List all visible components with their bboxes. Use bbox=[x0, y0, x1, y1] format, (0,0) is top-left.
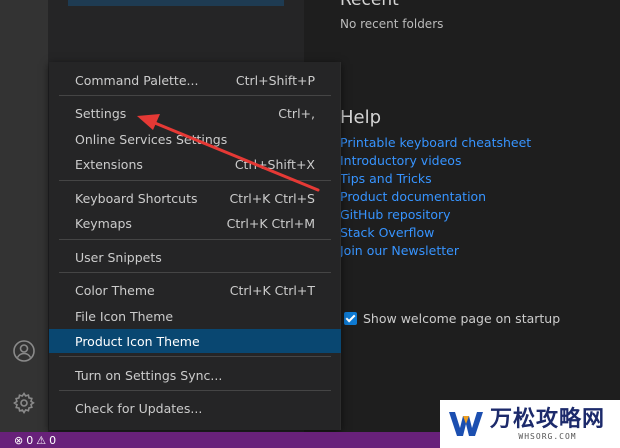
recent-title: Recent bbox=[340, 0, 399, 10]
menu-item-label: Turn on Settings Sync... bbox=[75, 367, 223, 383]
sidebar-selection[interactable] bbox=[68, 0, 284, 6]
watermark-logo-icon bbox=[449, 412, 483, 436]
help-link-newsletter[interactable]: Join our Newsletter bbox=[340, 242, 531, 260]
help-title: Help bbox=[340, 107, 382, 128]
help-links: Printable keyboard cheatsheet Introducto… bbox=[340, 134, 531, 260]
help-link-github[interactable]: GitHub repository bbox=[340, 206, 531, 224]
error-count[interactable]: 0 bbox=[26, 434, 33, 447]
menu-item-label: Extensions bbox=[75, 156, 143, 172]
menu-item-keymaps[interactable]: Keymaps Ctrl+K Ctrl+M bbox=[49, 211, 341, 235]
menu-item-label: File Icon Theme bbox=[75, 308, 174, 324]
menu-item-shortcut: Ctrl+, bbox=[278, 105, 315, 121]
menu-item-settings[interactable]: Settings Ctrl+, bbox=[49, 101, 341, 125]
startup-label: Show welcome page on startup bbox=[363, 311, 561, 326]
menu-item-shortcut: Ctrl+Shift+X bbox=[234, 156, 315, 172]
menu-item-settings-sync[interactable]: Turn on Settings Sync... bbox=[49, 363, 341, 387]
account-icon[interactable] bbox=[12, 339, 36, 363]
menu-item-shortcut: Ctrl+K Ctrl+S bbox=[229, 190, 315, 206]
menu-item-shortcut: Ctrl+K Ctrl+M bbox=[226, 215, 315, 231]
startup-option[interactable]: Show welcome page on startup bbox=[344, 311, 560, 326]
gear-icon[interactable] bbox=[12, 391, 36, 415]
menu-item-file-icon-theme[interactable]: File Icon Theme bbox=[49, 304, 341, 328]
watermark-title: 万松攻略网 bbox=[490, 406, 606, 432]
menu-item-extensions[interactable]: Extensions Ctrl+Shift+X bbox=[49, 152, 341, 176]
help-link-cheatsheet[interactable]: Printable keyboard cheatsheet bbox=[340, 134, 531, 152]
menu-item-keyboard-shortcuts[interactable]: Keyboard Shortcuts Ctrl+K Ctrl+S bbox=[49, 186, 341, 210]
menu-item-check-updates[interactable]: Check for Updates... bbox=[49, 396, 341, 420]
menu-item-label: Online Services Settings bbox=[75, 131, 228, 147]
menu-item-label: Check for Updates... bbox=[75, 400, 203, 416]
menu-separator bbox=[59, 239, 331, 240]
menu-separator bbox=[59, 95, 331, 96]
activity-bar bbox=[0, 0, 48, 432]
error-icon[interactable]: ⊗ bbox=[14, 434, 23, 447]
menu-item-user-snippets[interactable]: User Snippets bbox=[49, 245, 341, 269]
menu-item-label: Product Icon Theme bbox=[75, 333, 200, 349]
warning-count[interactable]: 0 bbox=[49, 434, 56, 447]
watermark-subtitle: WHSORG.COM bbox=[518, 431, 577, 441]
startup-checkbox[interactable] bbox=[344, 312, 357, 325]
warning-icon[interactable]: ⚠ bbox=[36, 434, 46, 447]
menu-item-color-theme[interactable]: Color Theme Ctrl+K Ctrl+T bbox=[49, 278, 341, 302]
menu-item-label: Command Palette... bbox=[75, 72, 199, 88]
menu-item-label: Keyboard Shortcuts bbox=[75, 190, 198, 206]
menu-item-shortcut: Ctrl+K Ctrl+T bbox=[229, 282, 315, 298]
menu-separator bbox=[59, 356, 331, 357]
watermark: 万松攻略网 WHSORG.COM bbox=[440, 400, 620, 448]
help-link-docs[interactable]: Product documentation bbox=[340, 188, 531, 206]
menu-separator bbox=[59, 390, 331, 391]
manage-menu: Command Palette... Ctrl+Shift+P Settings… bbox=[49, 62, 341, 430]
help-link-videos[interactable]: Introductory videos bbox=[340, 152, 531, 170]
recent-empty-text: No recent folders bbox=[340, 17, 444, 31]
menu-item-shortcut: Ctrl+Shift+P bbox=[235, 72, 315, 88]
help-link-stackoverflow[interactable]: Stack Overflow bbox=[340, 224, 531, 242]
menu-item-online-services-settings[interactable]: Online Services Settings bbox=[49, 127, 341, 151]
menu-item-product-icon-theme[interactable]: Product Icon Theme bbox=[49, 329, 341, 353]
menu-item-label: Keymaps bbox=[75, 215, 132, 231]
help-link-tips[interactable]: Tips and Tricks bbox=[340, 170, 531, 188]
menu-item-label: Settings bbox=[75, 105, 127, 121]
menu-separator bbox=[59, 180, 331, 181]
menu-item-label: User Snippets bbox=[75, 249, 162, 265]
menu-item-command-palette[interactable]: Command Palette... Ctrl+Shift+P bbox=[49, 68, 341, 92]
menu-separator bbox=[59, 272, 331, 273]
menu-item-label: Color Theme bbox=[75, 282, 155, 298]
